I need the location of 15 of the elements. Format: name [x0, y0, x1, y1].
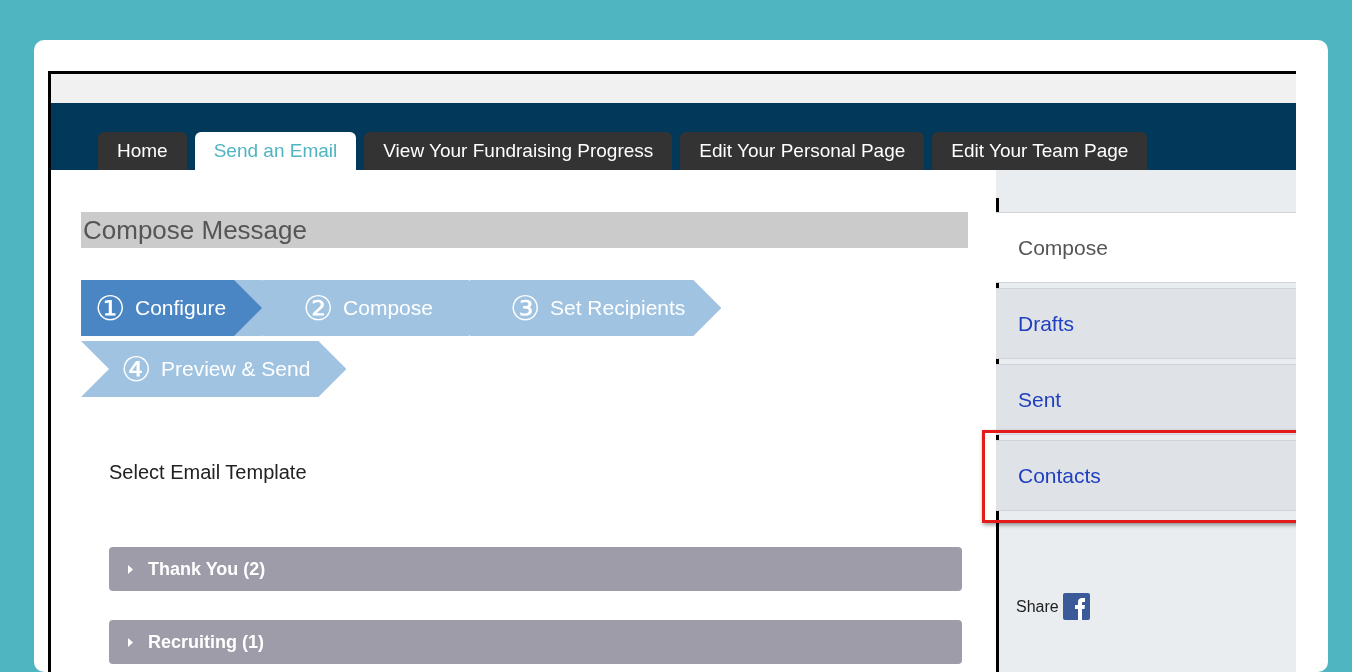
section-label: Select Email Template [109, 460, 308, 485]
sidebar-item[interactable]: Sent [996, 364, 1296, 435]
nav-tab[interactable]: View Your Fundraising Progress [364, 132, 673, 170]
sidebar-item[interactable]: Drafts [996, 288, 1296, 359]
facebook-icon[interactable] [1062, 593, 1090, 620]
caret-icon [127, 637, 134, 647]
share-label: Share [1016, 596, 1059, 617]
nav-tab[interactable]: Edit Your Team Page [932, 132, 1148, 170]
caret-icon [127, 564, 134, 574]
nav-tab[interactable]: Home [98, 132, 187, 170]
wizard-step[interactable]: ① Configure [81, 280, 263, 336]
sidebar-item[interactable]: Contacts [996, 440, 1296, 511]
page-heading: Compose Message [81, 212, 968, 248]
sidebar-item[interactable]: Compose [996, 212, 1296, 283]
nav-tab[interactable]: Edit Your Personal Page [680, 132, 925, 170]
